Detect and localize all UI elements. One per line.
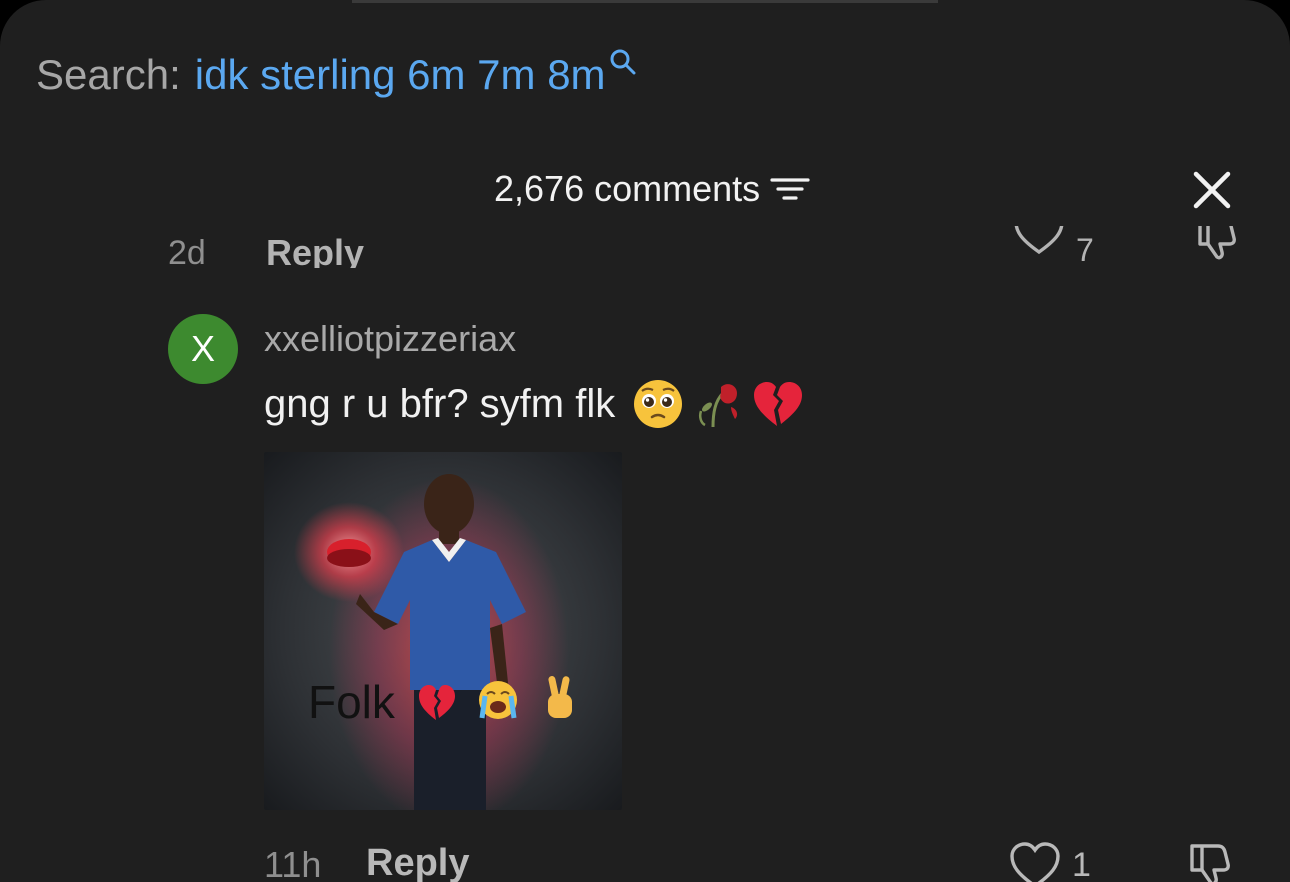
comment-body: gng r u bfr? syfm flk [264, 378, 811, 430]
search-icon [610, 49, 636, 75]
avatar[interactable]: X [168, 314, 238, 384]
search-suggestion[interactable]: Search: idk sterling 6m 7m 8m [36, 49, 638, 100]
search-term[interactable]: idk sterling 6m 7m 8m [195, 51, 606, 99]
broken-heart-icon [754, 382, 803, 426]
avatar-letter: X [190, 328, 215, 369]
previous-like-count: 7 [1076, 232, 1094, 268]
search-prefix: Search: [36, 51, 181, 98]
meme-caption: Folk [308, 676, 396, 728]
comment-image[interactable]: Folk [264, 452, 622, 810]
pleading-face-icon [634, 380, 683, 428]
comment-sort[interactable]: 2,676 comments [494, 164, 810, 214]
comment-text: gng r u bfr? syfm flk [264, 381, 616, 426]
comment-count: 2,676 comments [494, 168, 761, 209]
sheet-top-strip [352, 0, 938, 3]
thumbs-down-icon[interactable] [1186, 842, 1240, 882]
meme-crying-face-icon [479, 681, 517, 719]
comments-header: 2,676 comments [0, 164, 1290, 214]
heart-icon[interactable] [1008, 842, 1062, 882]
filter-icon[interactable] [770, 174, 810, 204]
comment-time: 11h [264, 844, 322, 882]
comment-footer: 11h Reply 1 [0, 838, 1290, 882]
previous-comment-footer: 2d Reply 7 [0, 226, 1290, 268]
comment-emojis [631, 377, 811, 431]
wilted-rose-icon [699, 384, 738, 428]
thumbs-down-icon[interactable] [1194, 226, 1244, 262]
close-icon[interactable] [1190, 168, 1234, 212]
comment-username[interactable]: xxelliotpizzeriax [264, 318, 516, 360]
screen: Search: idk sterling 6m 7m 8m 2,676 comm… [0, 0, 1290, 882]
like-count: 1 [1072, 846, 1091, 882]
previous-reply-button[interactable]: Reply [266, 232, 364, 268]
heart-icon[interactable] [1012, 226, 1066, 258]
meme-image: Folk [264, 452, 622, 810]
reply-button[interactable]: Reply [366, 842, 469, 882]
comments-sheet: Search: idk sterling 6m 7m 8m 2,676 comm… [0, 0, 1290, 882]
previous-comment-time: 2d [168, 234, 206, 268]
